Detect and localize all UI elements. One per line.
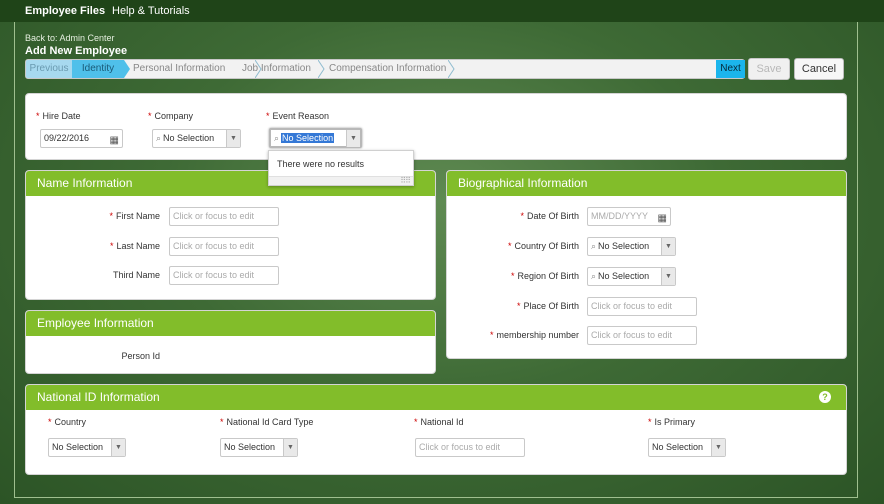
event-reason-label: * Event Reason [266,111,330,121]
chevron-down-icon[interactable]: ▼ [711,439,725,456]
chevron-down-icon[interactable]: ▼ [283,439,297,456]
chevron-down-icon[interactable]: ▼ [226,130,240,147]
national-id-card-type-label: * National Id Card Type [220,417,314,427]
calendar-icon[interactable]: ▦ [110,132,119,147]
first-name-label: * First Name [109,211,160,221]
step-identity[interactable]: Identity [72,60,124,78]
search-icon: ⌕ [274,133,280,143]
grip-icon[interactable]: ⠿⠿ [400,177,411,185]
step-separator-icon [448,60,455,78]
person-id-label: Person Id [121,351,160,361]
biographical-information-header: Biographical Information [447,171,846,196]
search-icon: ⌕ [156,133,162,143]
next-button[interactable]: Next [716,60,745,78]
employee-information-panel: Employee Information Person Id [25,310,436,374]
national-id-header: National ID Information [26,385,846,410]
previous-button[interactable]: Previous [26,60,72,78]
step-compensation-information[interactable]: Compensation Information [329,60,446,78]
company-label: * Company [148,111,194,121]
is-primary-select[interactable]: No Selection ▼ [648,438,726,457]
country-of-birth-label: * Country Of Birth [507,241,579,251]
place-of-birth-label: * Place Of Birth [516,301,579,311]
back-to-admin-link[interactable]: Back to: Admin Center [25,33,115,43]
chevron-down-icon[interactable]: ▼ [661,268,675,285]
third-name-label: Third Name [112,270,160,280]
step-personal-information[interactable]: Personal Information [133,60,225,78]
national-id-panel: National ID Information ? * Country No Se… [25,384,847,475]
country-select[interactable]: No Selection ▼ [48,438,126,457]
third-name-input[interactable]: Click or focus to edit [169,266,279,285]
national-id-input[interactable]: Click or focus to edit [415,438,525,457]
region-of-birth-label: * Region Of Birth [510,271,579,281]
hire-date-label: * Hire Date [36,111,81,121]
first-name-input[interactable]: Click or focus to edit [169,207,279,226]
wizard-stepper: Previous Identity Personal Information J… [25,59,745,79]
step-separator-icon [318,60,325,78]
hire-date-input[interactable]: 09/22/2016 ▦ [40,129,123,148]
search-icon: ⌕ [591,241,597,251]
last-name-label: * Last Name [109,241,160,251]
country-label: * Country [48,417,87,427]
date-of-birth-input[interactable]: MM/DD/YYYY ▦ [587,207,671,226]
biographical-information-panel: Biographical Information * Date Of Birth … [446,170,847,359]
is-primary-label: * Is Primary [648,417,696,427]
hire-section: * Hire Date 09/22/2016 ▦ * Company ⌕ No Sel… [25,93,847,160]
cancel-button[interactable]: Cancel [794,58,844,80]
step-job-information[interactable]: Job Information [242,60,311,78]
resize-handle[interactable]: ⠿⠿ [269,176,413,185]
national-id-label: * National Id [414,417,464,427]
chevron-down-icon[interactable]: ▼ [346,130,360,147]
name-information-panel: Name Information * First Name Click or fo… [25,170,436,300]
calendar-icon[interactable]: ▦ [658,210,667,225]
place-of-birth-input[interactable]: Click or focus to edit [587,297,697,316]
membership-number-label: * membership number [489,330,579,340]
event-reason-dropdown: There were no results ⠿⠿ [268,150,414,186]
nav-help-tutorials[interactable]: Help & Tutorials [112,5,190,17]
company-select[interactable]: ⌕ No Selection ▼ [152,129,241,148]
chevron-down-icon[interactable]: ▼ [661,238,675,255]
search-icon: ⌕ [591,271,597,281]
event-reason-select[interactable]: ⌕ No Selection ▼ [269,128,362,148]
country-of-birth-select[interactable]: ⌕ No Selection ▼ [587,237,676,256]
save-button[interactable]: Save [748,58,790,80]
top-nav: Employee Files Help & Tutorials [0,0,884,22]
no-results-message: There were no results [277,159,365,169]
chevron-down-icon[interactable]: ▼ [111,439,125,456]
date-of-birth-label: * Date Of Birth [520,211,579,221]
help-icon[interactable]: ? [819,391,831,403]
employee-information-header: Employee Information [26,311,435,336]
nav-employee-files[interactable]: Employee Files [25,5,105,17]
membership-number-input[interactable]: Click or focus to edit [587,326,697,345]
page-title: Add New Employee [25,45,128,57]
last-name-input[interactable]: Click or focus to edit [169,237,279,256]
region-of-birth-select[interactable]: ⌕ No Selection ▼ [587,267,676,286]
national-id-card-type-select[interactable]: No Selection ▼ [220,438,298,457]
